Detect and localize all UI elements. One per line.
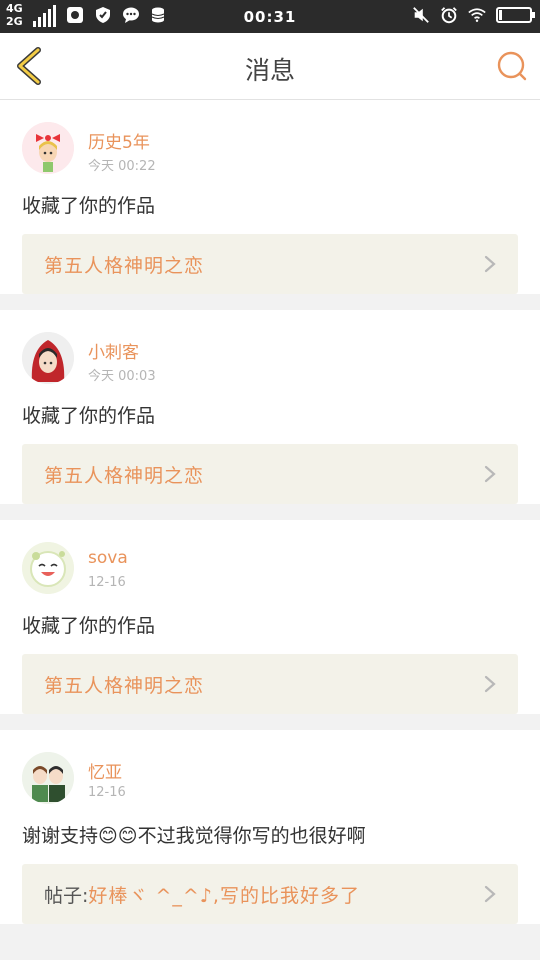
referenced-work[interactable]: 第五人格神明之恋 bbox=[22, 234, 518, 294]
search-button[interactable] bbox=[496, 50, 528, 82]
message-card: sova 12-16 收藏了你的作品 第五人格神明之恋 bbox=[0, 520, 540, 714]
referenced-work-title: 第五人格神明之恋 bbox=[44, 254, 205, 277]
message-time: 今天 00:03 bbox=[88, 369, 156, 384]
chevron-right-icon bbox=[484, 465, 496, 483]
user-name[interactable]: 小刺客 bbox=[88, 338, 139, 363]
avatar[interactable] bbox=[22, 122, 74, 174]
message-text: 收藏了你的作品 bbox=[22, 405, 156, 427]
wifi-icon bbox=[468, 6, 486, 24]
chevron-right-icon bbox=[484, 675, 496, 693]
referenced-post-prefix: 帖子: bbox=[44, 884, 89, 907]
message-text: 收藏了你的作品 bbox=[22, 615, 156, 637]
message-list: 历史5年 今天 00:22 收藏了你的作品 第五人格神明之恋 小刺客 今天 00… bbox=[0, 100, 540, 924]
chevron-right-icon bbox=[484, 885, 496, 903]
status-right bbox=[412, 6, 535, 24]
referenced-post[interactable]: 帖子: 好棒ヾ ^_^♪,写的比我好多了 bbox=[22, 864, 518, 924]
user-name[interactable]: sova bbox=[88, 548, 128, 568]
chevron-right-icon bbox=[484, 255, 496, 273]
user-name[interactable]: 忆亚 bbox=[88, 758, 122, 783]
referenced-work-title: 第五人格神明之恋 bbox=[44, 464, 205, 487]
referenced-post-title: 好棒ヾ ^_^♪,写的比我好多了 bbox=[88, 884, 360, 907]
user-name[interactable]: 历史5年 bbox=[88, 128, 150, 153]
referenced-work[interactable]: 第五人格神明之恋 bbox=[22, 654, 518, 714]
mute-icon bbox=[412, 6, 430, 24]
referenced-work-title: 第五人格神明之恋 bbox=[44, 674, 205, 697]
message-text: 谢谢支持😊😊不过我觉得你写的也很好啊 bbox=[22, 825, 366, 847]
avatar[interactable] bbox=[22, 752, 74, 804]
search-icon bbox=[497, 51, 527, 81]
message-text: 收藏了你的作品 bbox=[22, 195, 156, 217]
battery-icon bbox=[496, 7, 535, 23]
message-card: 小刺客 今天 00:03 收藏了你的作品 第五人格神明之恋 bbox=[0, 310, 540, 504]
message-time: 12-16 bbox=[88, 785, 126, 800]
avatar[interactable] bbox=[22, 542, 74, 594]
avatar[interactable] bbox=[22, 332, 74, 384]
referenced-work[interactable]: 第五人格神明之恋 bbox=[22, 444, 518, 504]
page-title: 消息 bbox=[244, 56, 295, 85]
title-bar: 消息 bbox=[0, 33, 540, 100]
status-bar: 4G 2G 00:31 bbox=[0, 0, 540, 33]
message-time: 12-16 bbox=[88, 575, 126, 590]
message-card: 忆亚 12-16 谢谢支持😊😊不过我觉得你写的也很好啊 帖子: 好棒ヾ ^_^♪,… bbox=[0, 730, 540, 924]
message-time: 今天 00:22 bbox=[88, 159, 156, 174]
alarm-icon bbox=[440, 6, 458, 24]
message-card: 历史5年 今天 00:22 收藏了你的作品 第五人格神明之恋 bbox=[0, 100, 540, 294]
